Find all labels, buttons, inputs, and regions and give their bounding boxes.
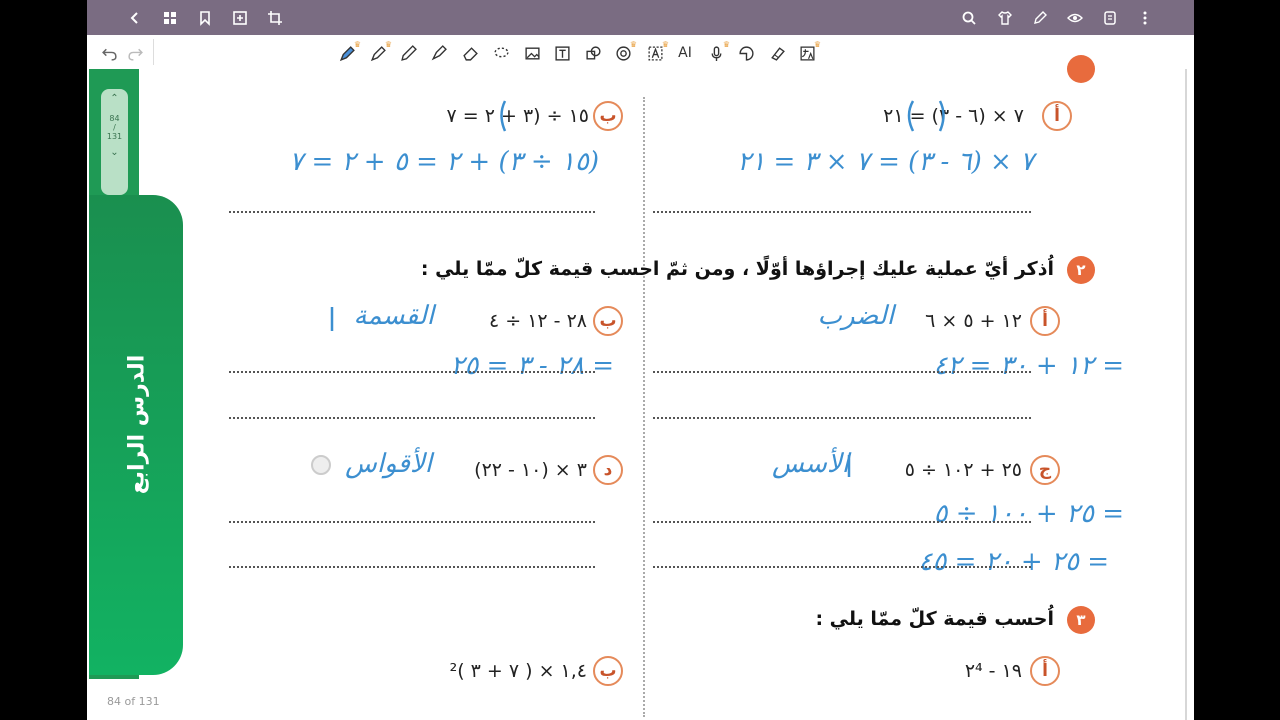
handwritten-answer-q2c-line1: = ٢٥ + ١٠٠ ÷ ٥ [933,499,1124,529]
redo-icon[interactable] [125,43,145,63]
item-label-a: أ [1042,101,1072,131]
page-indicator: 84 of 131 [107,695,160,708]
lasso-icon[interactable] [491,43,511,63]
answer-line [229,566,595,568]
ocr-icon[interactable]: ♛ [613,40,637,63]
handwritten-operation-q2c: الأسس [772,449,849,479]
item-label-a: أ [1030,656,1060,686]
handwritten-answer-q2c-line2: = ٢٥ + ٢٠ = ٤٥ [918,547,1109,577]
handwritten-answer-q2a: = ١٢ + ٣٠ = ٤٢ [933,351,1124,381]
add-page-icon[interactable] [230,8,250,28]
eye-icon[interactable] [1065,8,1085,28]
question-number-badge: ٢ [1067,256,1095,284]
expression-q2d: ٣ × (١٠ - ٢٢) [474,459,587,481]
handwritten-operation-q2a: الضرب [817,301,894,331]
page-edge [1185,69,1187,720]
microphone-icon[interactable]: ♛ [706,40,730,63]
toolbar-divider [153,39,154,65]
question-number-badge: ٣ [1067,606,1095,634]
tape-icon[interactable] [767,43,787,63]
answer-line [653,211,1031,213]
shirt-icon[interactable] [995,8,1015,28]
expression-q1b: ١٥ ÷ (٣ + ٢ = ٧ [446,105,590,127]
pen-icon[interactable] [398,43,418,63]
expression-q3b: ١,٤ × ( ٧ + ٣ )² [449,660,587,682]
text-icon[interactable] [552,43,572,63]
pen-mode-icon[interactable] [1030,8,1050,28]
expression-q2c: ٢٥ + ١٠٢ ÷ ٥ [904,459,1022,481]
document-page[interactable]: الدرس الرابع ⌃ 84 / 131 ⌄ 84 of 131 أ ٧ … [87,55,1194,720]
expression-q2b: ٢٨ - ١٢ ÷ ٤ [489,310,587,332]
expression-q2a: ١٢ + ٥ × ٦ [925,310,1022,332]
crop-icon[interactable] [265,8,285,28]
drawing-toolbar: ♛ ♛ ♛ ♛ AI ♛ ♛ [87,35,1194,101]
undo-icon[interactable] [99,43,119,63]
item-label-b: ب [593,306,623,336]
shapes-icon[interactable] [583,43,603,63]
question-prompt: اُذكر أيّ عملية عليك إجراؤها أوّلًا ، وم… [420,258,1054,280]
item-label-c: ج [1030,455,1060,485]
scroll-separator: / [113,123,116,132]
fountain-pen-icon[interactable]: ♛ [337,40,361,63]
chevron-down-icon[interactable]: ⌄ [110,147,118,158]
answer-line [229,521,595,523]
expression-q1a: ٧ × (٦ - ٣) = ٢١ [883,105,1024,127]
handwritten-answer-q1a: ٧ × (٦ - ٣) = ٧ × ٣ = ٢١ [737,147,1034,177]
chevron-up-icon[interactable]: ⌃ [110,93,118,104]
question-number-badge [1067,55,1095,83]
expression-q3a: ١٩ - ٢⁴ [964,660,1022,682]
item-label-b: ب [593,656,623,686]
sticker-icon[interactable] [736,43,756,63]
back-icon[interactable] [125,8,145,28]
item-label-b: ب [593,101,623,131]
notes-app-window: ♛ ♛ ♛ ♛ AI ♛ ♛ الدرس الرابع ⌃ 84 / 131 ⌄… [87,0,1194,720]
answer-line [653,417,1031,419]
cursor-indicator [311,455,331,475]
handwritten-operation-q2d: الأقواس [345,449,432,479]
bookmark-icon[interactable] [195,8,215,28]
grid-icon[interactable] [160,8,180,28]
top-bar [87,0,1194,35]
answer-line [229,417,595,419]
answer-line [229,211,595,213]
handwritten-answer-q2b: = ٢٨ - ٣ = ٢٥ [450,351,614,381]
answer-line [653,566,1031,568]
ai-icon[interactable]: AI [675,43,695,63]
handwritten-answer-q1b: (١٥ ÷ ٣) + ٢ = ٥ + ٢ = ٧ [289,147,599,177]
answer-line [653,521,1031,523]
more-icon[interactable] [1135,8,1155,28]
item-label-a: أ [1030,306,1060,336]
handwritten-operation-q2b: القسمة [353,301,434,331]
scroll-total-pages: 131 [106,132,123,141]
search-icon[interactable] [959,8,979,28]
scroll-current-page: 84 [109,114,120,123]
page-scroller[interactable]: ⌃ 84 / 131 ⌄ [101,89,128,195]
column-divider [643,97,645,717]
answer-line [229,371,595,373]
pencil-icon[interactable]: ♛ [368,40,392,63]
translate-icon[interactable]: ♛ [797,40,821,63]
image-icon[interactable] [522,43,542,63]
text-recognition-icon[interactable]: ♛ [645,40,669,63]
eraser-icon[interactable] [460,43,480,63]
highlighter-icon[interactable] [428,43,448,63]
document-icon[interactable] [1100,8,1120,28]
answer-line [653,371,1031,373]
lesson-title: الدرس الرابع [124,354,150,494]
question-prompt: اُحسب قيمة كلّ ممّا يلي : [815,608,1054,630]
item-label-d: د [593,455,623,485]
